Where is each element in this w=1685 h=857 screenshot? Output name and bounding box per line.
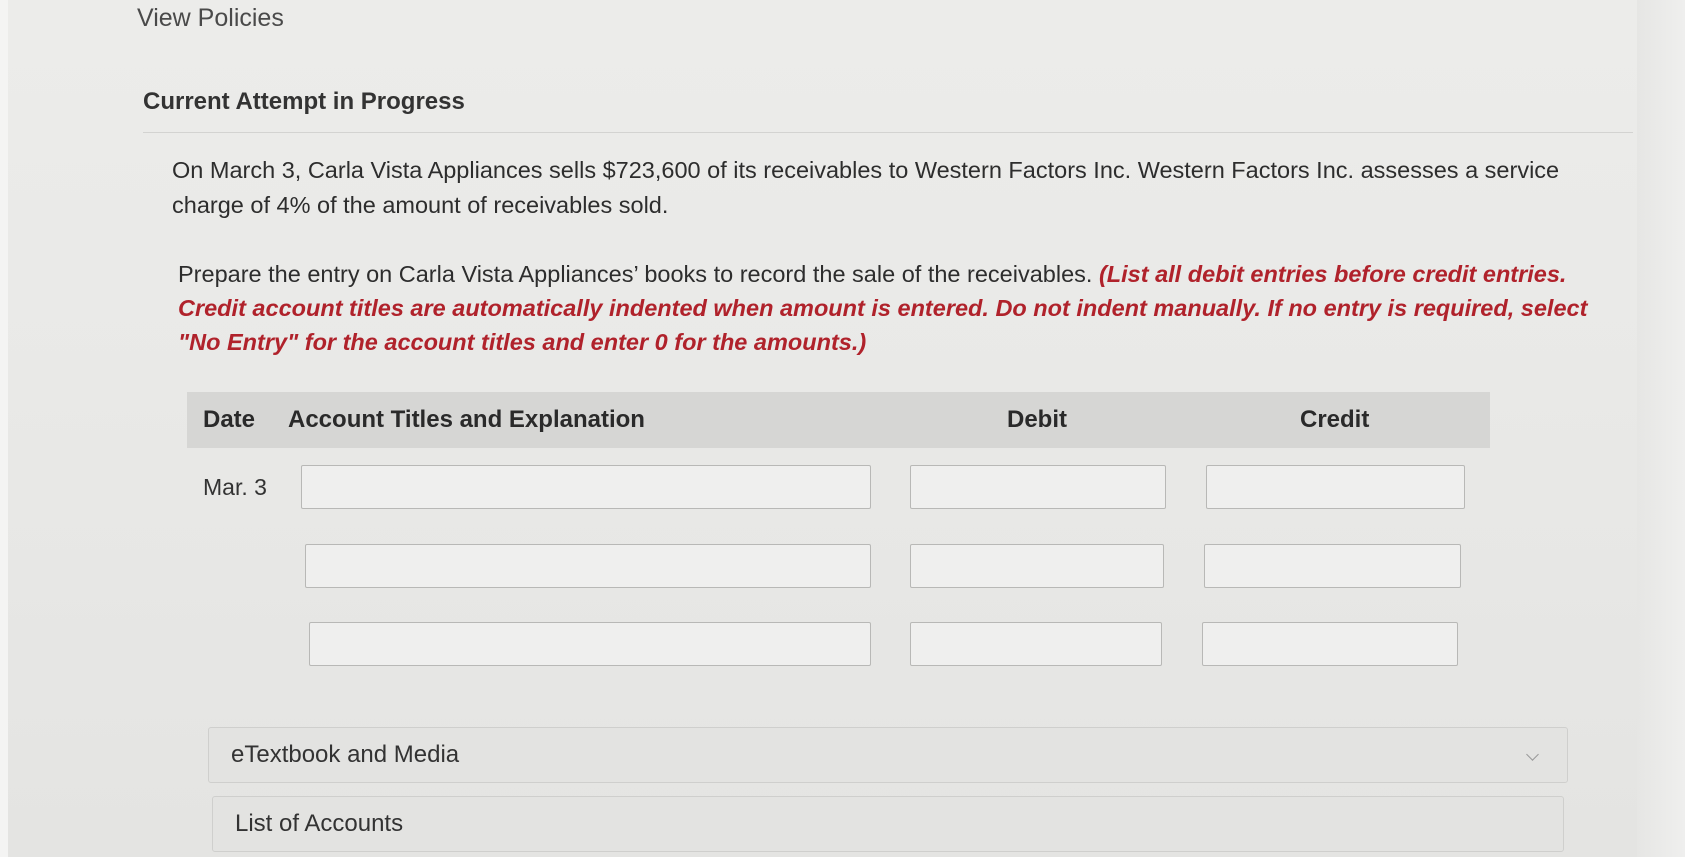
account-title-input-2[interactable] [305, 544, 871, 588]
right-edge [1637, 0, 1685, 857]
instructions: Prepare the entry on Carla Vista Applian… [178, 257, 1608, 359]
attempt-title: Current Attempt in Progress [143, 88, 465, 115]
debit-input-3[interactable] [910, 622, 1162, 666]
debit-input-1[interactable] [910, 465, 1166, 509]
journal-table-header: Date Account Titles and Explanation Debi… [187, 392, 1490, 448]
entry-date: Mar. 3 [203, 474, 267, 500]
credit-input-3[interactable] [1202, 622, 1458, 666]
etextbook-media-accordion[interactable]: eTextbook and Media [208, 727, 1568, 783]
account-title-input-1[interactable] [301, 465, 871, 509]
credit-input-2[interactable] [1204, 544, 1461, 588]
divider [143, 132, 1633, 133]
instructions-prompt: Prepare the entry on Carla Vista Applian… [178, 261, 1093, 287]
header-account: Account Titles and Explanation [288, 406, 645, 433]
debit-input-2[interactable] [910, 544, 1164, 588]
left-edge [0, 0, 8, 857]
header-date: Date [203, 406, 256, 433]
list-of-accounts-label: List of Accounts [235, 810, 404, 837]
credit-input-1[interactable] [1206, 465, 1465, 509]
chevron-down-icon [1526, 748, 1539, 761]
account-title-input-3[interactable] [309, 622, 871, 666]
header-debit: Debit [1007, 406, 1067, 433]
etextbook-media-label: eTextbook and Media [231, 741, 460, 768]
list-of-accounts-accordion[interactable]: List of Accounts [212, 796, 1564, 852]
header-credit: Credit [1300, 406, 1370, 433]
question-text: On March 3, Carla Vista Appliances sells… [172, 157, 1560, 218]
view-policies-link[interactable]: View Policies [137, 4, 284, 33]
